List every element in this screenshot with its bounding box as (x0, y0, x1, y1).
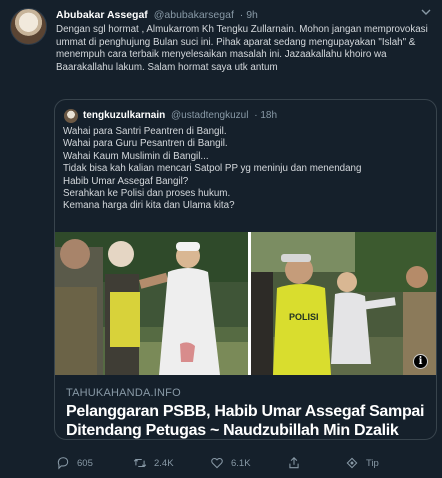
link-card-source: TAHUKAHANDA.INFO (66, 387, 181, 399)
tweet-time[interactable]: · 9h (240, 9, 258, 21)
quoted-author-avatar (64, 109, 78, 123)
tweet-text: Dengan sgl hormat , Almukarrom Kh Tengku… (56, 24, 428, 73)
tweet-actions: 605 2.4K 6.1K Tip (56, 455, 386, 471)
quoted-text-line: Wahai Kaum Muslimin di Bangil... (63, 150, 209, 162)
quoted-text-line: Serahkan ke Polisi dan proses hukum. (63, 188, 231, 200)
chevron-down-icon[interactable] (419, 6, 433, 20)
tip-label: Tip (366, 457, 379, 469)
retweet-button[interactable]: 2.4K (133, 455, 174, 471)
news-photo: POLISI (55, 232, 436, 375)
quoted-text-line: Tidak bisa kah kalian mencari Satpol PP … (63, 163, 362, 175)
share-button[interactable] (287, 455, 308, 471)
retweet-icon (133, 458, 147, 468)
quoted-tweet-time: · 18h (254, 110, 278, 121)
like-button[interactable]: 6.1K (210, 455, 251, 471)
author-name[interactable]: Abubakar Assegaf (56, 9, 148, 21)
like-count: 6.1K (231, 457, 251, 469)
tip-icon (346, 457, 358, 469)
reply-button[interactable]: 605 (56, 455, 93, 471)
quoted-tweet-header: tengkuzulkarnain @ustadtengkuzul · 18h (83, 109, 277, 123)
quoted-text-line: Wahai para Santri Peantren di Bangil. (63, 126, 227, 137)
link-card-title[interactable]: Pelanggaran PSBB, Habib Umar Assegaf Sam… (66, 402, 436, 439)
quoted-author-name: tengkuzulkarnain (83, 110, 166, 121)
vest-text: POLISI (289, 312, 319, 322)
reply-icon (57, 457, 69, 470)
reply-count: 605 (77, 457, 93, 469)
quoted-author-handle: @ustadtengkuzul (171, 110, 249, 121)
quoted-text-line: Kemana harga diri kita dan Ulama kita? (63, 200, 235, 212)
quoted-text-line: Habib Umar Assegaf Bangil? (63, 175, 189, 187)
tweet[interactable]: Abubakar Assegaf @abubakarsegaf · 9h Den… (0, 0, 442, 478)
share-icon (289, 457, 299, 469)
info-icon[interactable]: i (413, 354, 428, 369)
retweet-count: 2.4K (154, 457, 174, 469)
heart-icon (211, 457, 223, 469)
author-handle[interactable]: @abubakarsegaf (154, 9, 234, 21)
tip-button[interactable]: Tip (345, 455, 379, 471)
author-avatar[interactable] (10, 8, 47, 45)
quoted-text-line: Wahai para Guru Pesantren di Bangil. (63, 138, 228, 150)
tweet-header: Abubakar Assegaf @abubakarsegaf · 9h (56, 8, 258, 22)
quoted-tweet-text: Wahai para Santri Peantren di Bangil. Wa… (63, 126, 429, 213)
quoted-tweet[interactable]: tengkuzulkarnain @ustadtengkuzul · 18h W… (54, 99, 437, 440)
link-card-image[interactable]: POLISI i (55, 232, 436, 375)
